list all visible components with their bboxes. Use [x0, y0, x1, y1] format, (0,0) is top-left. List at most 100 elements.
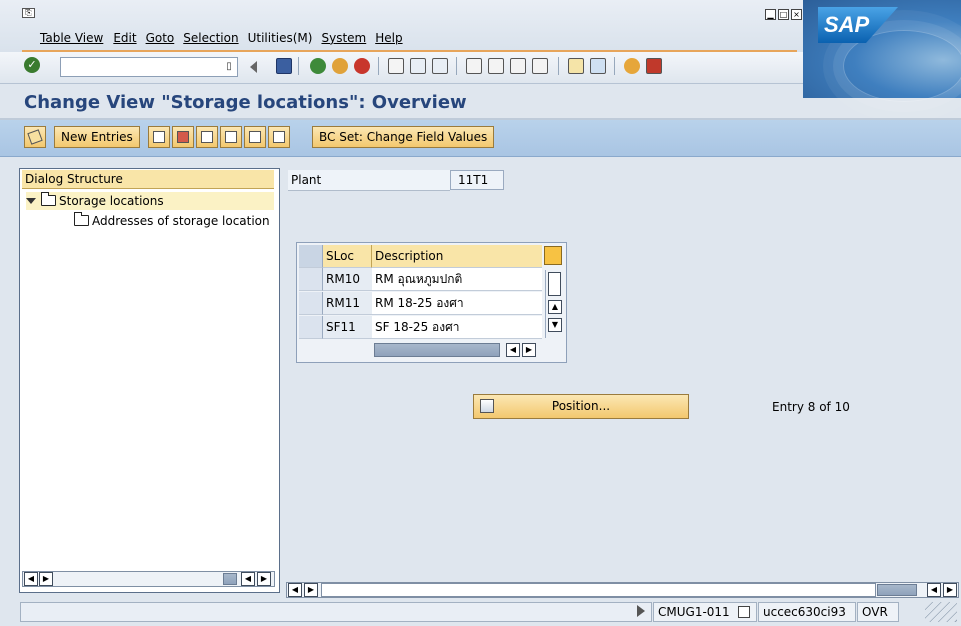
scroll-left-icon[interactable]: ◀ [288, 583, 302, 597]
menu-utilities[interactable]: Utilities(M) [248, 31, 313, 45]
status-expand-icon[interactable] [637, 605, 645, 617]
scroll-left-icon[interactable]: ◀ [24, 572, 38, 586]
select-all-cell[interactable] [299, 245, 323, 268]
column-header-sloc[interactable]: SLoc [323, 245, 372, 268]
client-info-field: uccec630ci93 [758, 602, 856, 622]
deselect-all-icon[interactable] [268, 126, 290, 148]
menu-goto[interactable]: Goto [146, 31, 175, 45]
scroll-right-icon[interactable]: ▶ [257, 572, 271, 586]
expand-triangle-icon[interactable] [26, 198, 36, 204]
scroll-thumb[interactable] [374, 343, 500, 357]
toolbar-separator [614, 57, 615, 75]
table-settings-icon[interactable] [544, 246, 562, 265]
toolbar-separator [558, 57, 559, 75]
close-icon[interactable]: × [791, 9, 802, 20]
select-all-icon[interactable] [220, 126, 242, 148]
menu-table-view[interactable]: Table View [40, 31, 103, 45]
scroll-down-icon[interactable]: ▼ [548, 318, 562, 332]
scroll-right-icon[interactable]: ▶ [39, 572, 53, 586]
exit-icon[interactable] [332, 58, 348, 74]
tree-item-storage-locations[interactable]: Storage locations [26, 192, 274, 210]
dropdown-icon[interactable] [222, 60, 232, 72]
position-button-label: Position... [551, 399, 611, 413]
scroll-thumb[interactable] [877, 584, 917, 596]
table-cell-sloc: SF11 [323, 316, 372, 339]
menu-edit[interactable]: Edit [113, 31, 136, 45]
first-page-icon[interactable] [466, 58, 482, 74]
shortcut-icon[interactable] [590, 58, 606, 74]
plant-label: Plant [288, 170, 450, 191]
row-selector[interactable] [299, 268, 323, 291]
position-icon [480, 399, 494, 413]
table-vertical-scrollbar[interactable]: ▲ ▼ [545, 270, 563, 338]
back-arrow-icon[interactable] [250, 61, 257, 73]
position-button[interactable]: Position... [473, 394, 689, 419]
command-field[interactable]: ▯ [60, 57, 238, 77]
column-header-description[interactable]: Description [372, 245, 542, 268]
table-cell-description[interactable]: RM อุณหภูมปกติ [372, 268, 542, 291]
toolbar-separator [378, 57, 379, 75]
page-title: Change View "Storage locations": Overvie… [24, 92, 467, 113]
resize-grip[interactable] [925, 602, 957, 622]
plant-value: 11T1 [450, 170, 504, 190]
cancel-icon[interactable] [354, 58, 370, 74]
copy-as-icon[interactable] [148, 126, 170, 148]
find-next-icon[interactable] [432, 58, 448, 74]
system-name: CMUG1-011 [658, 605, 730, 619]
enter-icon[interactable]: ✓ [24, 57, 40, 73]
row-selector[interactable] [299, 316, 323, 339]
table-cell-sloc: RM10 [323, 268, 372, 291]
find-icon[interactable] [410, 58, 426, 74]
next-page-icon[interactable] [510, 58, 526, 74]
scroll-left-icon[interactable]: ◀ [241, 572, 255, 586]
scroll-thumb[interactable] [223, 573, 237, 585]
menu-selection[interactable]: Selection [183, 31, 238, 45]
new-entries-button[interactable]: New Entries [54, 126, 140, 148]
open-folder-icon [41, 192, 56, 206]
create-session-icon[interactable] [568, 58, 584, 74]
scroll-thumb[interactable] [548, 272, 561, 296]
print-icon[interactable] [388, 58, 404, 74]
help-icon[interactable] [624, 58, 640, 74]
minimize-icon[interactable]: ▁ [765, 9, 776, 20]
back-icon[interactable] [310, 58, 326, 74]
scroll-right-icon[interactable]: ▶ [304, 583, 318, 597]
dialog-structure-header: Dialog Structure [22, 170, 274, 189]
select-block-icon[interactable] [244, 126, 266, 148]
toolbar-separator [456, 57, 457, 75]
insert-mode-field[interactable]: OVR [857, 602, 899, 622]
last-page-icon[interactable] [532, 58, 548, 74]
bc-set-button[interactable]: BC Set: Change Field Values [312, 126, 495, 148]
table-cell-description[interactable]: RM 18-25 องศา [372, 292, 542, 315]
delete-icon[interactable] [172, 126, 194, 148]
scroll-track[interactable] [321, 583, 876, 597]
system-menu-icon[interactable]: ⎘ [22, 8, 35, 18]
table-horizontal-scrollbar[interactable]: ◀ ▶ [373, 342, 543, 358]
scroll-right-icon[interactable]: ▶ [943, 583, 957, 597]
table-cell-description[interactable]: SF 18-25 องศา [372, 316, 542, 339]
tree-item-addresses[interactable]: Addresses of storage location [74, 212, 276, 230]
window-controls: ▁ □ × [765, 9, 802, 20]
previous-page-icon[interactable] [488, 58, 504, 74]
scroll-right-icon[interactable]: ▶ [522, 343, 536, 357]
scroll-left-icon[interactable]: ◀ [927, 583, 941, 597]
entry-counter: Entry 8 of 10 [772, 400, 850, 414]
save-icon[interactable] [276, 58, 292, 74]
display-change-icon[interactable] [24, 126, 46, 148]
status-message-field [20, 602, 652, 622]
undo-change-icon[interactable] [196, 126, 218, 148]
menu-bar: Table View Edit Goto Selection Utilities… [40, 31, 412, 45]
main-horizontal-scrollbar[interactable]: ◀ ▶ ◀ ▶ [286, 582, 959, 598]
menu-system[interactable]: System [321, 31, 366, 45]
tree-item-label: Storage locations [59, 194, 164, 208]
layout-menu-icon[interactable] [646, 58, 662, 74]
scroll-up-icon[interactable]: ▲ [548, 300, 562, 314]
row-selector[interactable] [299, 292, 323, 315]
system-info-icon[interactable] [737, 606, 750, 618]
maximize-icon[interactable]: □ [778, 9, 789, 20]
left-horizontal-scrollbar[interactable]: ◀ ▶ ◀ ▶ [22, 571, 275, 587]
system-info-field: CMUG1-011 [653, 602, 757, 622]
menu-help[interactable]: Help [375, 31, 402, 45]
scroll-left-icon[interactable]: ◀ [506, 343, 520, 357]
tree-item-label: Addresses of storage location [92, 214, 270, 228]
